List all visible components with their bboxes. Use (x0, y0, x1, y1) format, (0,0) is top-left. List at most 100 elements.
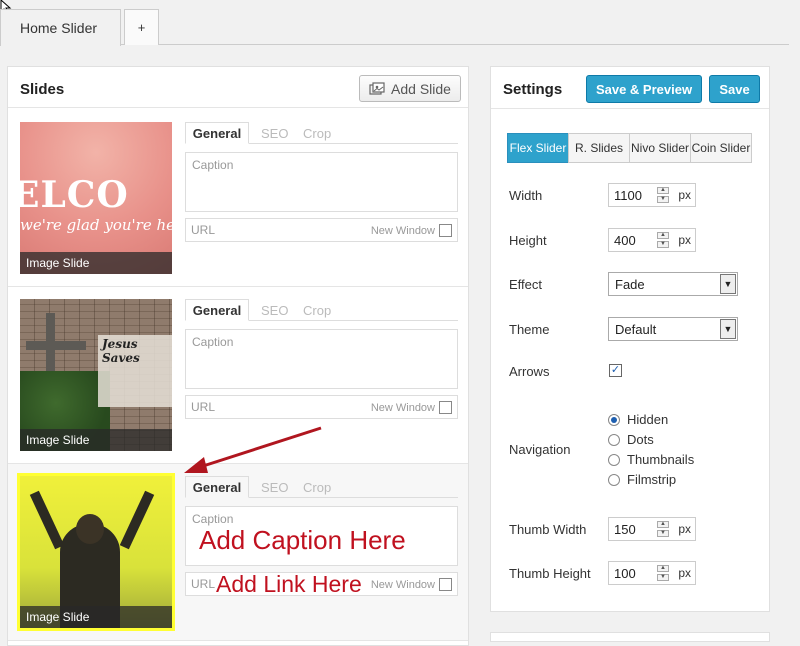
tab-crop[interactable]: Crop (303, 476, 331, 498)
width-unit: px (678, 188, 691, 202)
thumb-label: Image Slide (20, 606, 172, 628)
navigation-option-hidden[interactable]: Hidden (608, 412, 668, 427)
tab-flex-slider[interactable]: Flex Slider (507, 133, 569, 163)
new-window-option: New Window (371, 578, 452, 591)
thumb-height-unit: px (678, 566, 691, 580)
thumb-sign-text: Jesus Saves (102, 337, 140, 365)
tab-home-slider[interactable]: Home Slider (0, 9, 121, 46)
caption-input[interactable]: Caption (185, 152, 458, 212)
width-input[interactable]: 1100 ▲ ▼ px (608, 183, 696, 207)
add-image-icon (369, 81, 385, 95)
theme-label: Theme (509, 322, 550, 337)
tab-coin-slider[interactable]: Coin Slider (690, 133, 752, 163)
width-label: Width (509, 188, 543, 203)
width-spinner[interactable]: ▲ ▼ (657, 187, 669, 203)
caption-placeholder: Caption (192, 158, 234, 172)
height-input[interactable]: 400 ▲ ▼ px (608, 228, 696, 252)
new-window-checkbox[interactable] (439, 578, 452, 591)
navigation-option-label: Thumbnails (627, 452, 695, 467)
annotation-link-note: Add Link Here (216, 571, 362, 597)
new-window-label: New Window (370, 578, 435, 591)
annotation-arrow-icon (184, 426, 322, 473)
width-value: 1100 (614, 188, 642, 203)
thumb-width-input[interactable]: 150 ▲ ▼ px (608, 517, 696, 541)
tab-seo[interactable]: SEO (261, 476, 288, 498)
radio-selected[interactable] (608, 413, 620, 426)
tab-general[interactable]: General (185, 122, 249, 144)
url-input[interactable]: URL New Window (185, 395, 458, 419)
thumb-label: Image Slide (20, 429, 172, 451)
slides-panel: Slides Add Slide ELCO we're glad you're … (7, 66, 469, 646)
navigation-option-filmstrip[interactable]: Filmstrip (608, 472, 676, 487)
thumb-label: Image Slide (20, 252, 172, 274)
tab-general[interactable]: General (185, 476, 249, 498)
tab-crop[interactable]: Crop (303, 299, 331, 321)
thumb-width-spinner[interactable]: ▲ ▼ (657, 521, 669, 537)
add-tab-button[interactable]: + (124, 9, 159, 45)
tab-general[interactable]: General (185, 299, 249, 321)
navigation-option-label: Hidden (627, 412, 669, 427)
chevron-down-icon: ▼ (720, 274, 736, 294)
navigation-option-label: Dots (627, 432, 654, 447)
slides-panel-title: Slides (20, 81, 65, 98)
radio[interactable] (608, 453, 620, 466)
url-placeholder: URL (191, 223, 216, 237)
add-slide-button[interactable]: Add Slide (359, 75, 461, 102)
thumb-height-input[interactable]: 100 ▲ ▼ px (608, 561, 696, 585)
caption-input[interactable]: Caption (185, 329, 458, 389)
effect-select[interactable]: Fade ▼ (608, 272, 738, 296)
new-window-checkbox[interactable] (439, 224, 452, 237)
tab-seo[interactable]: SEO (261, 122, 288, 144)
thumb-width-value: 150 (614, 522, 636, 537)
settings-header-divider (491, 108, 769, 109)
slide-thumbnail[interactable]: Jesus Saves Image Slide (20, 299, 172, 451)
url-placeholder: URL (191, 577, 216, 591)
url-input[interactable]: URL Add Link Here New Window (185, 571, 458, 597)
navigation-option-label: Filmstrip (627, 472, 677, 487)
radio[interactable] (608, 473, 620, 486)
effect-label: Effect (509, 277, 543, 292)
height-spinner[interactable]: ▲ ▼ (657, 232, 669, 248)
tab-r-slides[interactable]: R. Slides (568, 133, 630, 163)
settings-panel: Settings Save & Preview Save Flex Slider… (490, 66, 770, 612)
slider-type-tabs: Flex Slider R. Slides Nivo Slider Coin S… (507, 133, 752, 163)
add-slide-label: Add Slide (391, 80, 451, 97)
annotation-caption-note: Add Caption Here (199, 525, 406, 555)
save-and-preview-button[interactable]: Save & Preview (586, 75, 702, 103)
theme-select[interactable]: Default ▼ (608, 317, 738, 341)
thumb-width-unit: px (678, 522, 691, 536)
new-window-checkbox[interactable] (439, 401, 452, 414)
navigation-option-thumbnails[interactable]: Thumbnails (608, 452, 694, 467)
settings-panel-title: Settings (503, 81, 563, 98)
slide-row: ELCO we're glad you're here Image Slide … (8, 110, 468, 287)
new-window-option: New Window (371, 224, 452, 237)
chevron-down-icon: ▼ (720, 319, 736, 339)
tab-seo[interactable]: SEO (261, 299, 288, 321)
new-window-option: New Window (371, 401, 452, 414)
save-button[interactable]: Save (709, 75, 760, 103)
navigation-label: Navigation (509, 442, 571, 457)
caption-placeholder: Caption (192, 335, 234, 349)
slide-row: Image Slide General SEO Crop Caption Add… (8, 464, 468, 641)
height-unit: px (678, 233, 691, 247)
radio[interactable] (608, 433, 620, 446)
thumb-arm-right (119, 490, 155, 550)
slide-subtabs: General SEO Crop (185, 476, 458, 498)
url-input[interactable]: URL New Window (185, 218, 458, 242)
arrows-checkbox[interactable]: ✓ (609, 364, 622, 377)
new-window-label: New Window (370, 224, 435, 237)
navigation-option-dots[interactable]: Dots (608, 432, 654, 447)
height-label: Height (509, 233, 547, 248)
slide-subtabs: General SEO Crop (185, 122, 458, 144)
caption-input[interactable]: Caption Add Caption Here (185, 506, 458, 566)
theme-value: Default (615, 322, 657, 337)
thumb-height-label: Thumb Height (509, 566, 591, 581)
thumb-height-spinner[interactable]: ▲ ▼ (657, 565, 669, 581)
tab-crop[interactable]: Crop (303, 122, 331, 144)
thumb-subtitle-text: we're glad you're here (20, 216, 172, 234)
tab-nivo-slider[interactable]: Nivo Slider (629, 133, 691, 163)
thumb-title-text: ELCO (20, 174, 129, 216)
slide-thumbnail[interactable]: ELCO we're glad you're here Image Slide (20, 122, 172, 274)
caption-placeholder: Caption (192, 512, 234, 526)
slide-thumbnail-highlighted[interactable]: Image Slide (17, 473, 175, 631)
